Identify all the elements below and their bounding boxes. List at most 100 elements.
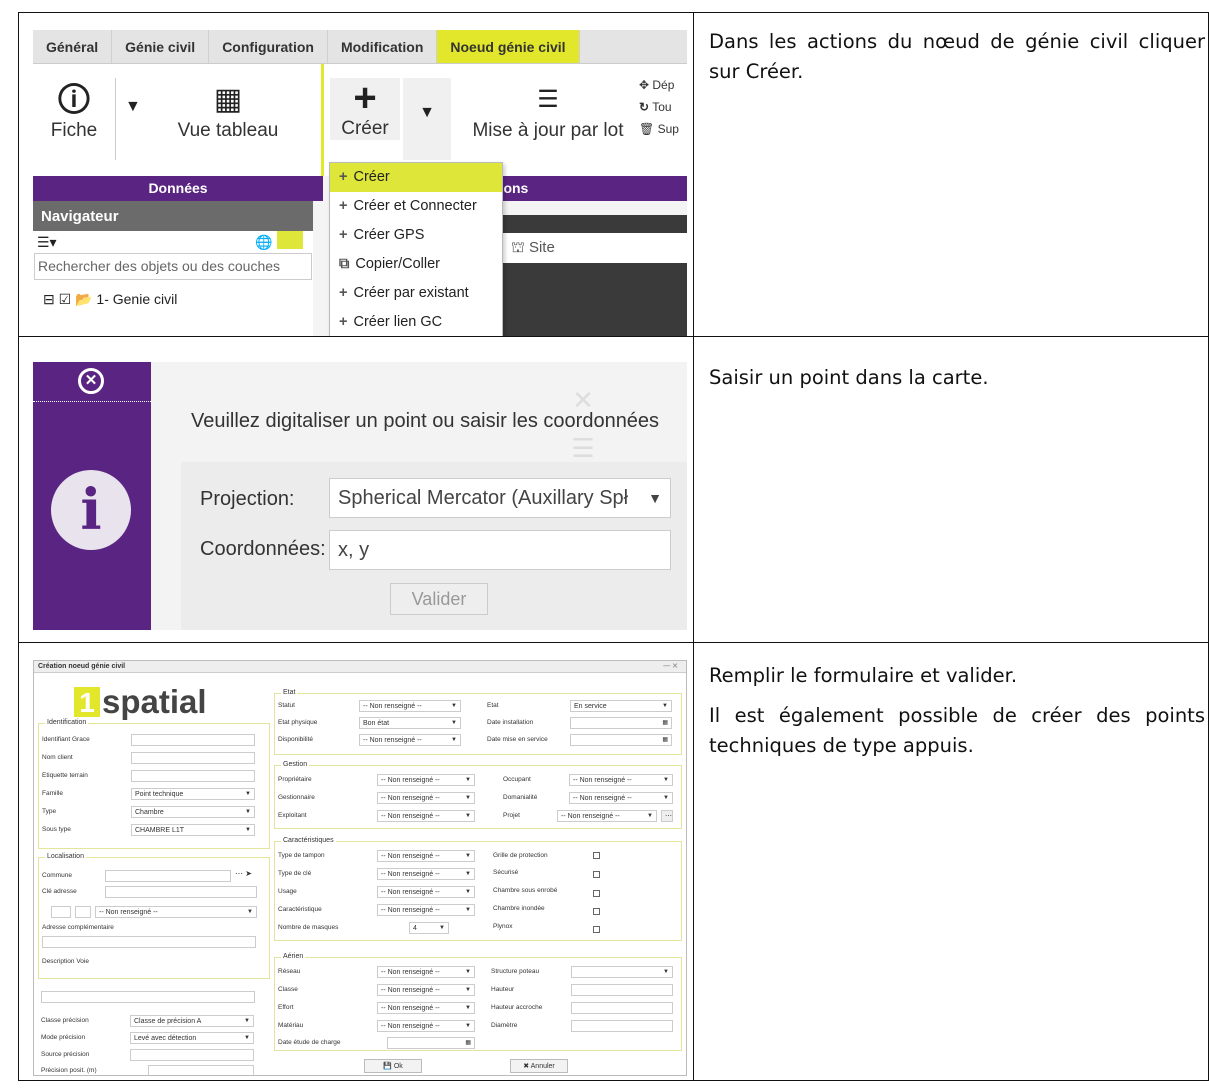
rotate-action[interactable]: ↻ Tou xyxy=(639,96,679,118)
valider-button[interactable]: Valider xyxy=(390,583,488,615)
coord-input[interactable]: x, y xyxy=(329,530,671,570)
adresse-input[interactable] xyxy=(42,936,256,948)
delete-action[interactable]: 🗑 Sup xyxy=(639,118,679,140)
etat-physique-select[interactable]: Bon état ▼ xyxy=(359,717,461,729)
creer-dropdown-chevron-icon[interactable]: ▼ xyxy=(403,78,451,160)
sous-type-select[interactable]: CHAMBRE L1T ▼ xyxy=(131,824,255,836)
statut-select[interactable]: -- Non renseigné -- ▼ xyxy=(359,700,461,712)
chevron-down-icon[interactable]: ▼ xyxy=(125,98,141,116)
masques-select[interactable]: 4 ▼ xyxy=(409,922,449,934)
checkbox-icon[interactable]: ☑ xyxy=(59,291,72,307)
mode-precision-select[interactable]: Levé avec détection ▼ xyxy=(130,1032,254,1044)
securise-checkbox[interactable] xyxy=(593,871,600,878)
type-select[interactable]: Chambre ▼ xyxy=(131,806,255,818)
chevron-down-icon: ▼ xyxy=(245,827,251,833)
enrobe-checkbox[interactable] xyxy=(593,890,600,897)
structure-poteau-select[interactable]: ▼ xyxy=(571,966,673,978)
suffix-input[interactable] xyxy=(75,906,91,918)
tab-configuration[interactable]: Configuration xyxy=(209,30,328,63)
label: Propriétaire xyxy=(278,776,312,783)
cle-input[interactable] xyxy=(105,886,257,898)
date-etude-input[interactable]: ▦ xyxy=(387,1037,475,1049)
menu-item-creer-lien-gc[interactable]: + Créer lien GC xyxy=(330,308,502,336)
menu-item-creer-connecter[interactable]: + Créer et Connecter xyxy=(330,192,502,221)
move-action[interactable]: ✥ Dép xyxy=(639,74,679,96)
pick-icon[interactable]: ⋯ ➤ xyxy=(235,869,252,878)
type-tampon-select[interactable]: -- Non renseigné -- ▼ xyxy=(377,850,475,862)
calendar-icon[interactable]: ▦ xyxy=(662,735,668,745)
proprietaire-select[interactable]: -- Non renseigné -- ▼ xyxy=(377,774,475,786)
mise-a-jour-button[interactable]: ☰ Mise à jour par lot xyxy=(469,80,627,142)
menu-item-copier-coller[interactable]: ⧉ Copier/Coller xyxy=(330,250,502,279)
projection-select[interactable]: Spherical Mercator (Auxillary Spł ▼ xyxy=(329,478,671,518)
commune-input[interactable] xyxy=(105,870,231,882)
source-precision-input[interactable] xyxy=(130,1049,254,1061)
inondee-checkbox[interactable] xyxy=(593,908,600,915)
classe-precision-select[interactable]: Classe de précision A ▼ xyxy=(130,1015,254,1027)
reseau-select[interactable]: -- Non renseigné -- ▼ xyxy=(377,966,475,978)
famille-select[interactable]: Point technique ▼ xyxy=(131,788,255,800)
tab-modification[interactable]: Modification xyxy=(328,30,438,63)
gestionnaire-select[interactable]: -- Non renseigné -- ▼ xyxy=(377,792,475,804)
chevron-down-icon: ▼ xyxy=(245,791,251,797)
menu-item-creer-gps[interactable]: + Créer GPS xyxy=(330,221,502,250)
precision-posit-input[interactable] xyxy=(148,1065,254,1075)
collapse-icon[interactable]: ⊟ xyxy=(43,291,55,307)
tab-noeud-genie-civil[interactable]: Noeud génie civil xyxy=(437,30,580,63)
calendar-icon[interactable]: ▦ xyxy=(465,1038,471,1048)
cancel-button[interactable]: ✖ Annuler xyxy=(510,1059,568,1073)
nom-client-input[interactable] xyxy=(131,752,255,764)
etiquette-input[interactable] xyxy=(131,770,255,782)
menu-item-creer-existant[interactable]: + Créer par existant xyxy=(330,279,502,308)
exploitant-select[interactable]: -- Non renseigné -- ▼ xyxy=(377,810,475,822)
tree-item[interactable]: ⊟ ☑ 📂 1- Genie civil xyxy=(33,286,313,312)
caracteristique-select[interactable]: -- Non renseigné -- ▼ xyxy=(377,904,475,916)
side-actions: ✥ Dép ↻ Tou 🗑 Sup xyxy=(639,74,679,140)
tab-genie-civil[interactable]: Génie civil xyxy=(112,30,210,63)
mise-a-jour-label: Mise à jour par lot xyxy=(472,120,624,141)
identifiant-input[interactable] xyxy=(131,734,255,746)
effort-select[interactable]: -- Non renseigné -- ▼ xyxy=(377,1002,475,1014)
materiau-select[interactable]: -- Non renseigné -- ▼ xyxy=(377,1020,475,1032)
fiche-button[interactable]: 🛈 Fiche xyxy=(39,80,109,142)
hauteur-accroche-input[interactable] xyxy=(571,1002,673,1014)
calendar-icon[interactable]: ▦ xyxy=(662,718,668,728)
value: -- Non renseigné -- xyxy=(381,871,440,878)
date-mise-service-input[interactable]: ▦ xyxy=(570,734,672,746)
occupant-select[interactable]: -- Non renseigné -- ▼ xyxy=(569,774,673,786)
date-installation-input[interactable]: ▦ xyxy=(570,717,672,729)
ok-button[interactable]: 💾 Ok xyxy=(364,1059,422,1073)
voie-type-select[interactable]: -- Non renseigné -- ▼ xyxy=(95,906,257,918)
navigator-search-input[interactable]: Rechercher des objets ou des couches xyxy=(34,253,312,280)
description-voie-input[interactable] xyxy=(41,991,255,1003)
more-button[interactable]: ⋯ xyxy=(661,810,673,822)
globe-icon[interactable]: 🌐 xyxy=(255,231,272,253)
classe-select[interactable]: -- Non renseigné -- ▼ xyxy=(377,984,475,996)
window-controls[interactable]: — ✕ xyxy=(663,661,678,673)
plynox-checkbox[interactable] xyxy=(593,926,600,933)
tab-general[interactable]: Général xyxy=(33,30,113,63)
map-area[interactable]: ⛫ Site xyxy=(503,215,687,336)
close-icon[interactable]: ✕ xyxy=(78,368,104,394)
grille-checkbox[interactable] xyxy=(593,852,600,859)
menu-item-creer[interactable]: + Créer xyxy=(330,163,502,192)
usage-select[interactable]: -- Non renseigné -- ▼ xyxy=(377,886,475,898)
creer-button[interactable]: + Créer xyxy=(330,78,400,140)
projet-select[interactable]: -- Non renseigné -- ▼ xyxy=(557,810,657,822)
etat-select[interactable]: En service ▼ xyxy=(570,700,672,712)
num-input[interactable] xyxy=(51,906,71,918)
hauteur-input[interactable] xyxy=(571,984,673,996)
info-icon: i xyxy=(51,470,131,550)
label: Classe précision xyxy=(41,1017,89,1024)
eye-icon[interactable] xyxy=(277,231,303,249)
label: Usage xyxy=(278,888,297,895)
menu-icon[interactable]: ☰▾ xyxy=(37,234,57,250)
diametre-input[interactable] xyxy=(571,1020,673,1032)
mode-precision-value: Levé avec détection xyxy=(134,1035,197,1042)
disponibilite-select[interactable]: -- Non renseigné -- ▼ xyxy=(359,734,461,746)
site-field[interactable]: ⛫ Site xyxy=(503,233,687,263)
domanialite-select[interactable]: -- Non renseigné -- ▼ xyxy=(569,792,673,804)
vue-tableau-button[interactable]: ▦ Vue tableau xyxy=(168,80,288,142)
value: -- Non renseigné -- xyxy=(573,777,632,784)
type-cle-select[interactable]: -- Non renseigné -- ▼ xyxy=(377,868,475,880)
